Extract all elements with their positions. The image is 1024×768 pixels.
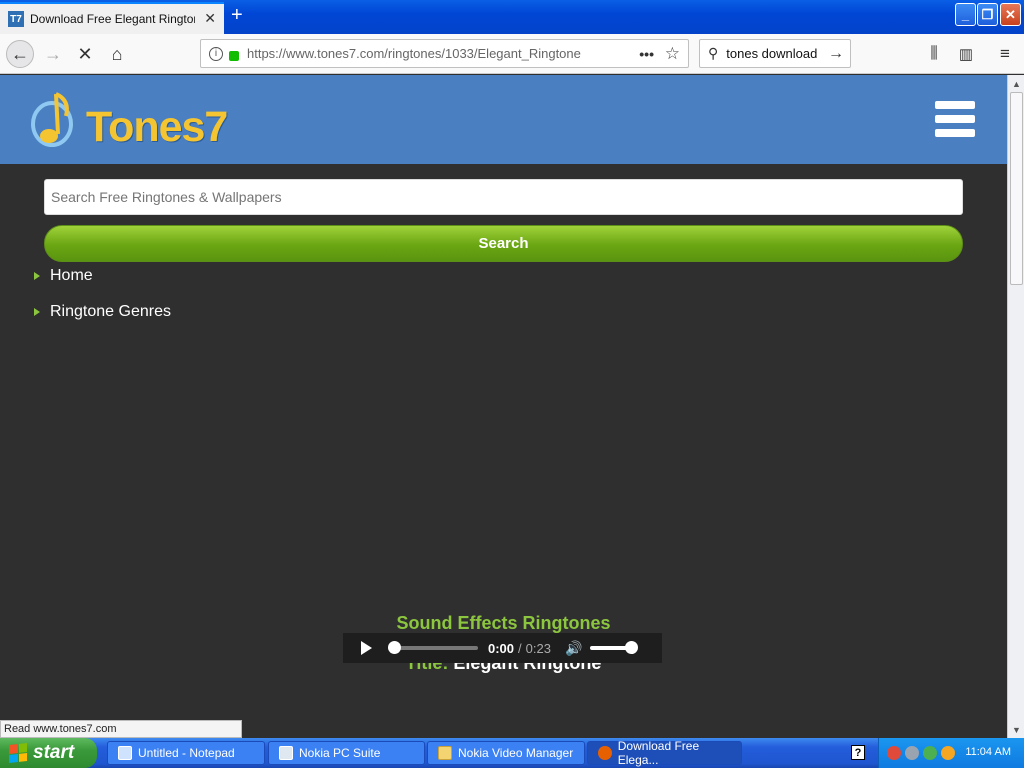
progress-slider[interactable] <box>388 641 478 654</box>
browser-search-value[interactable]: tones download <box>726 46 817 61</box>
time-separator: / <box>518 640 522 656</box>
back-icon[interactable]: ← <box>6 40 34 68</box>
close-window-button[interactable]: ✕ <box>1000 3 1021 26</box>
site-logo[interactable]: Tones7 <box>86 103 228 152</box>
current-time: 0:00 <box>488 640 515 656</box>
favicon-icon: T7 <box>8 11 24 27</box>
browser-tab[interactable]: T7 Download Free Elegant Ringtone F ✕ <box>0 2 224 34</box>
logo-note-icon <box>31 92 73 147</box>
start-button[interactable]: start <box>0 738 97 768</box>
search-icon: ⚲ <box>708 45 719 61</box>
taskbar: start Untitled - Notepad Nokia PC Suite … <box>0 738 1024 768</box>
more-icon[interactable]: ••• <box>639 46 654 62</box>
clock: 11:04 AM <box>965 746 1011 758</box>
hamburger-icon[interactable]: ≡ <box>993 42 1017 66</box>
taskbar-item-notepad[interactable]: Untitled - Notepad <box>107 741 265 765</box>
nav-link-label: Home <box>50 267 93 284</box>
url-text[interactable]: https://www.tones7.com/ringtones/1033/El… <box>247 46 581 61</box>
arrow-right-icon[interactable]: → <box>828 45 844 63</box>
start-label: start <box>33 742 75 763</box>
notepad-icon <box>118 746 132 760</box>
scroll-down-icon[interactable]: ▼ <box>1008 721 1024 738</box>
url-bar[interactable]: i https://www.tones7.com/ringtones/1033/… <box>200 39 689 68</box>
home-icon[interactable]: ⌂ <box>105 42 129 66</box>
tray-network-icon[interactable] <box>887 746 901 760</box>
tray-update-icon[interactable] <box>923 746 937 760</box>
taskbar-item-nokia-video-manager[interactable]: Nokia Video Manager <box>427 741 585 765</box>
triangle-icon <box>34 272 40 280</box>
star-icon[interactable]: ☆ <box>665 44 680 64</box>
nav-link-ringtone-genres[interactable]: Ringtone Genres <box>34 303 171 321</box>
scroll-up-icon[interactable]: ▲ <box>1008 75 1024 92</box>
browser-search-bar[interactable]: ⚲ tones download → <box>699 39 851 68</box>
forward-icon[interactable]: → <box>41 42 65 66</box>
windows-flag-icon <box>9 743 27 763</box>
taskbar-item-label: Download Free Elega... <box>617 739 700 767</box>
taskbar-item-nokia-pc-suite[interactable]: Nokia PC Suite <box>268 741 425 765</box>
tray-security-icon[interactable] <box>905 746 919 760</box>
nav-link-label: Ringtone Genres <box>50 303 171 320</box>
help-icon[interactable]: ? <box>851 745 865 760</box>
browser-titlebar: T7 Download Free Elegant Ringtone F ✕ + … <box>0 0 1024 34</box>
lock-icon <box>229 50 239 61</box>
progress-knob[interactable] <box>388 641 401 654</box>
system-tray: 11:04 AM <box>878 738 1024 768</box>
play-icon[interactable] <box>361 641 372 655</box>
new-tab-button[interactable]: + <box>231 5 243 25</box>
vertical-scrollbar[interactable]: ▲ ▼ <box>1007 75 1024 738</box>
minimize-button[interactable]: _ <box>955 3 976 26</box>
volume-knob[interactable] <box>625 641 639 654</box>
firefox-icon <box>598 746 612 760</box>
site-header: Tones7 <box>0 75 1007 164</box>
maximize-button[interactable]: ❐ <box>977 3 998 26</box>
taskbar-item-firefox[interactable]: Download Free Elega... <box>587 739 742 767</box>
audio-player: 0:00 / 0:23 🔊 <box>343 633 662 663</box>
scroll-thumb[interactable] <box>1010 92 1023 285</box>
total-time: 0:23 <box>525 640 551 656</box>
triangle-icon <box>34 308 40 316</box>
info-icon[interactable]: i <box>209 46 223 61</box>
site-search-input[interactable] <box>44 179 963 215</box>
nokia-pc-suite-icon <box>279 746 293 760</box>
stop-icon[interactable]: ✕ <box>73 42 97 66</box>
tray-search-icon[interactable] <box>941 746 955 760</box>
tab-title: Download Free Elegant Ringtone F <box>30 12 195 26</box>
taskbar-item-label: Nokia Video Manager <box>458 746 574 760</box>
site-menu-icon[interactable] <box>935 101 975 141</box>
volume-slider[interactable] <box>590 641 639 654</box>
folder-icon <box>438 746 452 760</box>
volume-icon[interactable]: 🔊 <box>565 640 582 657</box>
category-heading[interactable]: Sound Effects Ringtones <box>0 613 1007 634</box>
site-search-button[interactable]: Search <box>44 225 963 262</box>
close-tab-icon[interactable]: ✕ <box>204 10 216 27</box>
nav-link-home[interactable]: Home <box>34 267 93 285</box>
sidebar-icon[interactable]: ▥ <box>954 42 978 66</box>
taskbar-item-label: Untitled - Notepad <box>138 746 235 760</box>
library-icon[interactable]: ⫼ <box>922 42 946 66</box>
taskbar-item-label: Nokia PC Suite <box>299 746 381 760</box>
status-bar: Read www.tones7.com <box>0 720 242 738</box>
